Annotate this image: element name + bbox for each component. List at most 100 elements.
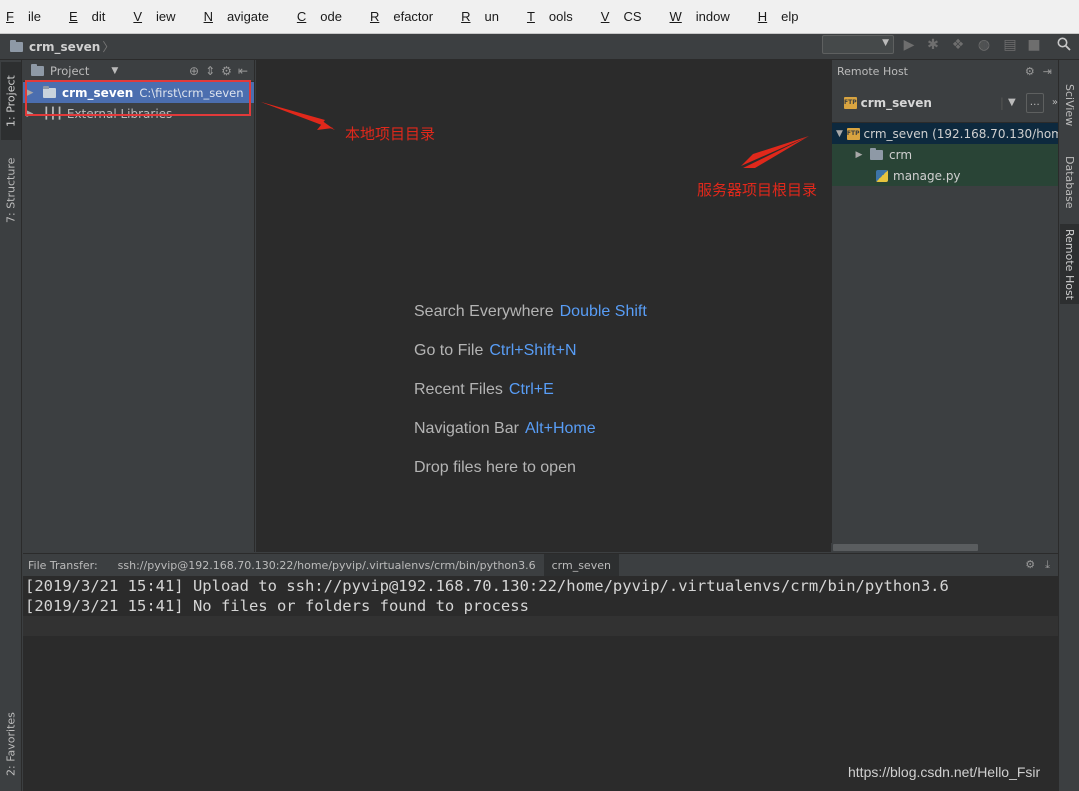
remote-tree-item-manage-py[interactable]: manage.py: [832, 165, 1058, 186]
menu-help[interactable]: Help: [754, 9, 813, 24]
tab-remote-host[interactable]: Remote Host: [1060, 224, 1079, 304]
tab-sciview[interactable]: SciView: [1060, 66, 1079, 144]
menu-edit[interactable]: Edit: [65, 9, 119, 24]
debug-icon[interactable]: ✱: [925, 37, 941, 53]
hint-text: Search Everywhere: [414, 303, 554, 320]
console-current-line: [23, 616, 1058, 636]
annotation-arrow-local: [261, 102, 335, 130]
hint-text: Drop files here to open: [414, 459, 576, 476]
hide-icon[interactable]: ⇤: [238, 64, 248, 78]
profile-icon[interactable]: ◍: [976, 37, 992, 53]
annotation-server-root: 服务器项目根目录: [697, 181, 818, 199]
tab-project[interactable]: 1: Project: [1, 62, 21, 140]
tab-crm-seven-label: crm_seven: [551, 558, 611, 572]
annotation-arrow-server: [741, 136, 809, 168]
gear-icon[interactable]: ⚙: [221, 64, 232, 78]
breadcrumb-separator: 〉: [102, 40, 115, 54]
run-configuration-select[interactable]: [822, 35, 894, 54]
hide-icon[interactable]: ⇥: [1043, 65, 1052, 78]
project-panel-header: Project ▼ ⊕ ⇕ ⚙ ⇤: [23, 60, 254, 82]
stop-icon[interactable]: ■: [1026, 37, 1042, 53]
tab-remote-host-label: Remote Host: [1063, 228, 1076, 300]
remote-server-name[interactable]: crm_seven: [861, 96, 932, 110]
remote-tree-root[interactable]: ▼ FTP crm_seven (192.168.70.130/hom: [832, 123, 1058, 144]
menu-navigate[interactable]: Navigate: [200, 9, 283, 24]
hint-text: Go to File: [414, 342, 484, 359]
menu-bar: File Edit View Navigate Code Refactor Ru…: [0, 0, 1079, 34]
python-file-icon: [876, 169, 888, 182]
hint-key: Ctrl+E: [508, 381, 554, 398]
locate-icon[interactable]: ⊕: [189, 64, 199, 78]
tab-ssh-label: ssh://pyvip@192.168.70.130:22/home/pyvip…: [117, 558, 536, 572]
menu-vcs[interactable]: V CS: [597, 9, 656, 24]
file-transfer-label: File Transfer:: [28, 558, 98, 572]
hint-key: Alt+Home: [524, 420, 596, 437]
chevron-down-icon[interactable]: ▼: [1008, 97, 1016, 108]
tab-structure[interactable]: 7: Structure: [1, 148, 21, 232]
chevron-down-icon[interactable]: ▼: [111, 66, 118, 76]
hint-text: Recent Files: [414, 381, 503, 398]
menu-view[interactable]: View: [129, 9, 189, 24]
browse-button[interactable]: …: [1025, 92, 1044, 113]
project-panel: Project ▼ ⊕ ⇕ ⚙ ⇤ ▶ crm_seven C:\first\c…: [23, 60, 255, 552]
watermark: https://blog.csdn.net/Hello_Fsir: [848, 764, 1041, 780]
chevron-right-icon[interactable]: ▶: [852, 150, 866, 160]
build-icon[interactable]: ▤: [1002, 37, 1018, 53]
menu-window[interactable]: Window: [666, 9, 744, 24]
breadcrumb[interactable]: crm_seven 〉: [10, 38, 114, 55]
search-icon[interactable]: [1056, 37, 1072, 53]
hint-go-to-file: Go to File Ctrl+Shift+N: [414, 342, 577, 360]
remote-root-label: crm_seven (192.168.70.130/hom: [863, 126, 1058, 141]
menu-run[interactable]: Run: [457, 9, 513, 24]
coverage-icon[interactable]: ❖: [950, 37, 966, 53]
tab-project-label: 1: Project: [4, 75, 18, 127]
tab-favorites[interactable]: 2: Favorites: [1, 700, 21, 788]
remote-tree-item-crm[interactable]: ▶ crm: [832, 144, 1058, 165]
console-line: [2019/3/21 15:41] No files or folders fo…: [25, 597, 529, 615]
highlight-box-local: [25, 80, 251, 116]
hint-text: Navigation Bar: [414, 420, 519, 437]
ftp-server-icon: FTP: [846, 127, 860, 140]
left-tool-strip: 1: Project 7: Structure 2: Favorites: [0, 60, 22, 791]
project-view-icon: [31, 63, 44, 76]
gear-icon[interactable]: ⚙: [1025, 65, 1035, 78]
breadcrumb-project[interactable]: crm_seven: [29, 40, 100, 54]
chevron-down-icon[interactable]: ▼: [836, 129, 843, 139]
menu-file[interactable]: File: [2, 9, 55, 24]
remote-host-header: Remote Host ⚙ ⇥: [832, 60, 1058, 83]
menu-refactor[interactable]: Refactor: [366, 9, 447, 24]
project-view-select[interactable]: Project: [50, 64, 89, 78]
scrollbar-thumb[interactable]: [833, 544, 978, 551]
remote-server-toolbar: FTP crm_seven | ▼ … »: [832, 83, 1058, 123]
run-icon[interactable]: ▶: [901, 37, 917, 53]
hint-key: Double Shift: [559, 303, 647, 320]
minimize-icon[interactable]: ⤓: [1045, 558, 1050, 572]
tab-sciview-label: SciView: [1063, 83, 1076, 127]
right-tool-strip: SciView Database Remote Host: [1058, 60, 1079, 791]
file-transfer-console[interactable]: [2019/3/21 15:41] Upload to ssh://pyvip@…: [23, 576, 1058, 791]
annotation-local-project: 本地项目目录: [345, 125, 436, 143]
remote-host-title: Remote Host: [837, 65, 908, 78]
navigation-bar: crm_seven 〉: [0, 34, 1079, 60]
menu-tools[interactable]: Tools: [523, 9, 587, 24]
hint-search-everywhere: Search Everywhere Double Shift: [414, 303, 647, 321]
folder-icon: [870, 147, 883, 160]
hint-recent-files: Recent Files Ctrl+E: [414, 381, 554, 399]
tab-database[interactable]: Database: [1060, 146, 1079, 218]
collapse-all-icon[interactable]: ⇕: [205, 64, 215, 78]
tab-structure-label: 7: Structure: [4, 157, 18, 223]
tab-crm-seven[interactable]: crm_seven: [543, 553, 619, 577]
tab-favorites-label: 2: Favorites: [4, 712, 18, 776]
ftp-server-icon: FTP: [844, 96, 857, 109]
remote-horizontal-scrollbar[interactable]: [831, 543, 1058, 552]
hint-key: Ctrl+Shift+N: [489, 342, 577, 359]
hint-drop-files: Drop files here to open: [414, 459, 576, 477]
file-transfer-tabs: File Transfer: ssh://pyvip@192.168.70.13…: [23, 553, 1058, 577]
gear-icon[interactable]: ⚙: [1025, 558, 1035, 572]
console-line: [2019/3/21 15:41] Upload to ssh://pyvip@…: [25, 577, 949, 595]
tab-ssh-interpreter[interactable]: ssh://pyvip@192.168.70.130:22/home/pyvip…: [110, 554, 544, 577]
remote-item-label: manage.py: [893, 168, 961, 183]
toolbar-separator: |: [999, 95, 1004, 110]
remote-item-label: crm: [889, 147, 913, 162]
menu-code[interactable]: Code: [293, 9, 356, 24]
